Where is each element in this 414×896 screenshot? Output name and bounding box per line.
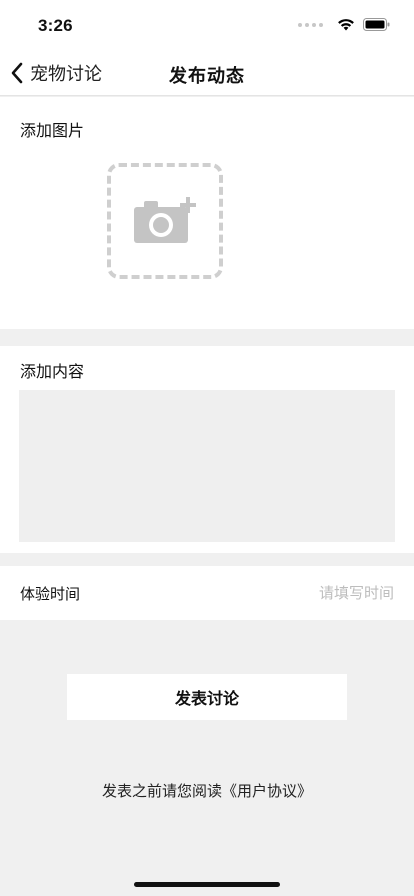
add-photo-camera-icon <box>134 197 196 243</box>
publish-button[interactable]: 发表讨论 <box>67 674 347 720</box>
image-section-label: 添加图片 <box>20 121 85 140</box>
experience-time-row: 体验时间 <box>0 566 414 620</box>
page-title: 发布动态 <box>169 66 245 87</box>
content-section: 添加内容 <box>0 346 414 553</box>
status-icons <box>298 18 390 31</box>
agreement-notice: 发表之前请您阅读《用户协议》 <box>0 780 414 801</box>
signal-icon <box>298 22 323 27</box>
add-photo-button[interactable] <box>107 163 223 279</box>
user-agreement-link[interactable]: 《用户协议》 <box>222 782 312 800</box>
content-textarea[interactable] <box>19 390 395 542</box>
navigation-bar: 宠物讨论 发布动态 <box>0 50 414 96</box>
battery-icon <box>363 18 390 31</box>
experience-time-label: 体验时间 <box>20 585 81 603</box>
wifi-icon <box>338 19 354 31</box>
content-section-label: 添加内容 <box>20 362 85 381</box>
status-bar: 3:26 <box>0 0 414 50</box>
image-section: 添加图片 <box>0 97 414 329</box>
status-time: 3:26 <box>38 16 73 35</box>
agreement-prefix: 发表之前请您阅读 <box>101 782 222 800</box>
home-indicator <box>134 882 280 887</box>
experience-time-input[interactable] <box>194 580 394 606</box>
